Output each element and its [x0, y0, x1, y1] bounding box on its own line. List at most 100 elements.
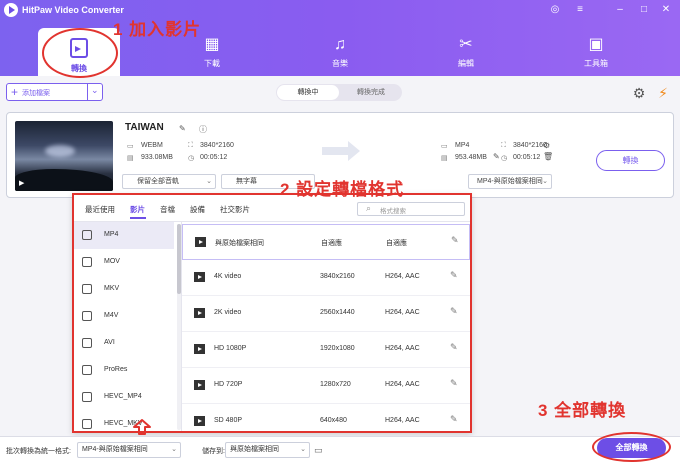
annotation-circle-convert-tab — [42, 28, 118, 78]
edit-pencil-icon[interactable]: ✎ — [450, 378, 458, 389]
tab-recent[interactable]: 最近使用 — [85, 204, 115, 215]
preset-row[interactable]: HD 720P 1280x720 H264, AAC ✎ — [182, 368, 470, 404]
minimize-icon[interactable]: – — [614, 4, 626, 16]
convert-arrow-icon — [322, 141, 362, 161]
plus-icon: + — [11, 85, 19, 99]
resolution-icon: ⛶ — [188, 142, 193, 149]
video-format-icon — [82, 392, 92, 402]
tab-audio[interactable]: 音檔 — [160, 204, 175, 215]
source-duration: 00:05:12 — [200, 154, 228, 161]
batch-format-value: MP4-與原始檔案相同 — [82, 446, 148, 453]
account-icon[interactable]: ◎ — [549, 4, 561, 16]
video-preset-icon — [194, 308, 205, 318]
close-icon[interactable]: ✕ — [660, 4, 672, 16]
hardware-acceleration-icon[interactable]: ⚙ — [630, 84, 648, 102]
preset-row[interactable]: SD 480P 640x480 H264, AAC ✎ — [182, 404, 470, 431]
output-format-select[interactable]: MP4-與原始檔案相同 ⌄ — [468, 174, 552, 189]
add-files-button[interactable]: + 添加檔案 ⌄ — [6, 83, 103, 101]
format-item-hevc-mkv[interactable]: HEVC_MKV — [74, 411, 174, 431]
play-icon[interactable]: ▶ — [19, 179, 24, 187]
video-preset-icon — [194, 416, 205, 426]
maximize-icon[interactable]: □ — [638, 4, 650, 16]
preset-codec: H264, AAC — [385, 417, 420, 424]
nav-tab-music[interactable]: ♫ 音樂 — [310, 36, 370, 69]
nav-tab-music-label: 音樂 — [332, 59, 348, 68]
nav-tab-edit[interactable]: ✂ 編輯 — [436, 36, 496, 69]
edit-pencil-icon[interactable]: ✎ — [451, 235, 459, 246]
settings-icon[interactable]: ⚙ — [543, 141, 550, 150]
speed-boost-icon[interactable]: ⚡ — [654, 84, 672, 102]
save-to-label: 儲存到: — [202, 448, 225, 455]
app-title: HitPaw Video Converter — [22, 5, 124, 15]
format-item-avi[interactable]: AVI — [74, 330, 174, 357]
target-format: MP4 — [455, 142, 470, 149]
video-format-icon — [82, 311, 92, 321]
delete-icon[interactable]: 🗑 — [543, 152, 553, 161]
tab-video[interactable]: 影片 — [130, 204, 145, 215]
source-size: 933.08MB — [141, 154, 173, 161]
format-item-hevc-mp4[interactable]: HEVC_MP4 — [74, 384, 174, 411]
nav-tab-toolbox[interactable]: ▣ 工具箱 — [566, 36, 626, 69]
search-icon: ⌕ — [366, 203, 372, 213]
edit-icon[interactable]: ✎ — [493, 152, 500, 161]
output-format-value: MP4-與原始檔案相同 — [477, 178, 543, 185]
tab-converting[interactable]: 轉換中 — [277, 85, 339, 100]
preset-codec: H264, AAC — [385, 381, 420, 388]
video-format-icon — [82, 419, 92, 429]
audio-track-select[interactable]: 保留全部音軌 ⌄ — [122, 174, 216, 189]
chevron-down-icon: ⌄ — [206, 178, 212, 185]
format-search-input[interactable]: ⌕ 格式搜索 — [357, 202, 465, 216]
batch-format-label: 批次轉換為統一格式: — [6, 448, 71, 455]
preset-row[interactable]: HD 1080P 1920x1080 H264, AAC ✎ — [182, 332, 470, 368]
format-item-label: ProRes — [104, 366, 128, 373]
edit-pencil-icon[interactable]: ✎ — [450, 342, 458, 353]
preset-row[interactable]: 2K video 2560x1440 H264, AAC ✎ — [182, 296, 470, 332]
rename-pencil-icon[interactable]: ✎ — [179, 124, 186, 133]
folder-icon[interactable]: ▭ — [314, 445, 323, 456]
format-item-prores[interactable]: ProRes — [74, 357, 174, 384]
nav-tab-toolbox-label: 工具箱 — [584, 59, 608, 68]
tab-device[interactable]: 設備 — [190, 204, 205, 215]
format-icon: ▭ — [127, 143, 134, 150]
annotation-step-2: 2 設定轉檔格式 — [280, 180, 405, 199]
film-download-icon: ▦ — [204, 36, 220, 53]
format-item-m4v[interactable]: M4V — [74, 303, 174, 330]
batch-format-select[interactable]: MP4-與原始檔案相同 ⌄ — [77, 442, 181, 458]
preset-row[interactable]: 與原始檔案相同 自適應 自適應 ✎ — [182, 224, 470, 260]
title-bar: HitPaw Video Converter ◎ ≡ – □ ✕ — [0, 0, 680, 22]
format-item-mkv[interactable]: MKV — [74, 276, 174, 303]
nav-tab-download[interactable]: ▦ 下載 — [182, 36, 242, 69]
preset-name: HD 720P — [214, 381, 243, 388]
format-search-placeholder: 格式搜索 — [380, 208, 406, 215]
tab-converted[interactable]: 轉換完成 — [340, 85, 402, 100]
annotation-circle-convert-all — [592, 432, 671, 462]
format-item-label: AVI — [104, 339, 115, 346]
format-item-mov[interactable]: MOV — [74, 249, 174, 276]
format-list-scroll-thumb[interactable] — [177, 224, 181, 294]
edit-pencil-icon[interactable]: ✎ — [450, 270, 458, 281]
nav-tab-edit-label: 編輯 — [458, 59, 474, 68]
menu-icon[interactable]: ≡ — [574, 4, 586, 16]
tab-social-video[interactable]: 社交影片 — [220, 204, 250, 215]
source-resolution: 3840*2160 — [200, 142, 234, 149]
chevron-down-icon: ⌄ — [300, 446, 306, 453]
video-format-icon — [82, 230, 92, 240]
target-resolution: 3840*2160 — [513, 142, 547, 149]
video-thumbnail[interactable]: ▶ — [15, 121, 113, 191]
save-to-select[interactable]: 與原始檔案相同 ⌄ — [225, 442, 310, 458]
edit-pencil-icon[interactable]: ✎ — [450, 414, 458, 425]
format-popup: 最近使用 影片 音檔 設備 社交影片 ⌕ 格式搜索 MP4 MOV MKV M4… — [72, 193, 472, 433]
clock-icon: ◷ — [501, 155, 508, 162]
chevron-down-icon[interactable]: ⌄ — [91, 85, 99, 96]
preset-codec: 自適應 — [386, 240, 407, 247]
preset-row[interactable]: 4K video 3840x2160 H264, AAC ✎ — [182, 260, 470, 296]
video-preset-icon — [194, 380, 205, 390]
video-preset-icon — [195, 237, 206, 247]
video-preset-icon — [194, 272, 205, 282]
edit-scissors-icon: ✂ — [459, 36, 473, 53]
info-icon[interactable]: ⓘ — [199, 124, 207, 135]
annotation-step-1: 1 加入影片 — [113, 20, 202, 39]
convert-button[interactable]: 轉換 — [596, 150, 665, 171]
edit-pencil-icon[interactable]: ✎ — [450, 306, 458, 317]
format-item-mp4[interactable]: MP4 — [74, 222, 174, 249]
